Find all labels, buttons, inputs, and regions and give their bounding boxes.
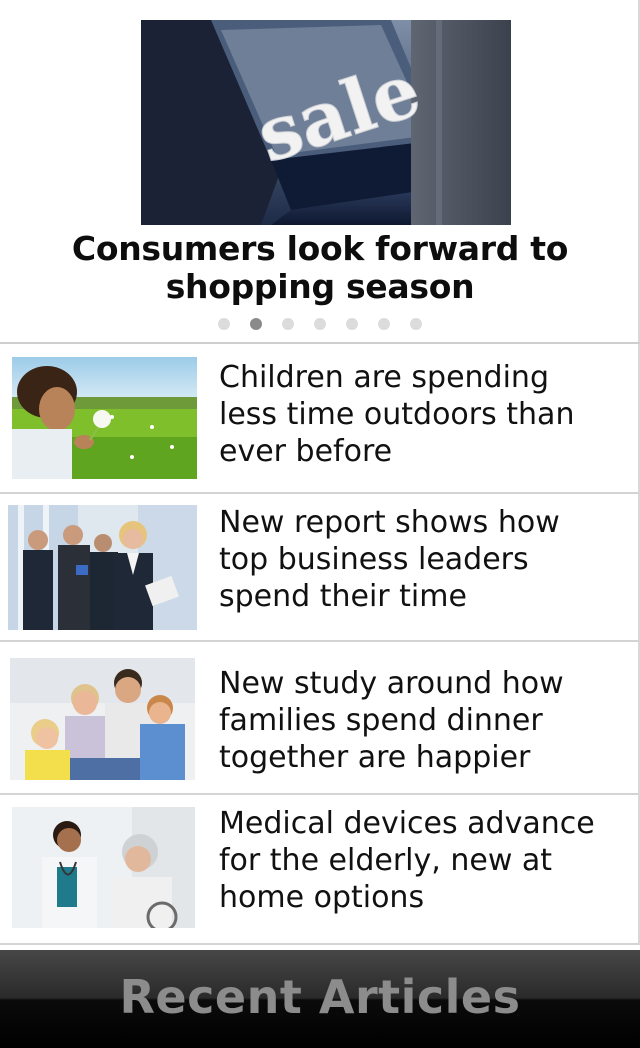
carousel-indicator (0, 318, 640, 330)
article-item[interactable]: New report shows how top business leader… (0, 494, 640, 642)
article-title-line: families spend dinner (219, 703, 543, 738)
featured-image-sale[interactable]: sale (141, 20, 511, 225)
article-item[interactable]: Children are spending less time outdoors… (0, 344, 640, 494)
featured-title-line-1: Consumers look forward to (71, 229, 569, 268)
article-thumbnail-family (10, 658, 195, 780)
article-title-line: spend their time (219, 579, 467, 614)
article-title-line: Medical devices advance (219, 806, 595, 841)
article-title-line: ever before (219, 434, 393, 469)
recent-articles-button[interactable]: Recent Articles (0, 968, 640, 1026)
carousel-dot-1[interactable] (218, 318, 230, 330)
article-title-line: home options (219, 880, 425, 915)
article-title[interactable]: Children are spending less time outdoors… (219, 359, 629, 470)
article-title-line: New report shows how (219, 505, 560, 540)
carousel-dot-7[interactable] (410, 318, 422, 330)
carousel-dot-5[interactable] (346, 318, 358, 330)
featured-title[interactable]: Consumers look forward to shopping seaso… (20, 230, 620, 306)
article-title-line: top business leaders (219, 542, 529, 577)
article-item[interactable]: Medical devices advance for the elderly,… (0, 795, 640, 945)
carousel-dot-6[interactable] (378, 318, 390, 330)
article-title-line: New study around how (219, 666, 564, 701)
article-thumbnail-child-dandelion (12, 357, 197, 479)
article-item[interactable]: New study around how families spend dinn… (0, 642, 640, 795)
article-title-line: together are happier (219, 740, 531, 775)
article-title[interactable]: New study around how families spend dinn… (219, 665, 629, 776)
article-title-line: Children are spending (219, 360, 549, 395)
sale-window-photo: sale (141, 20, 511, 225)
article-title[interactable]: Medical devices advance for the elderly,… (219, 805, 629, 916)
article-title-line: less time outdoors than (219, 397, 575, 432)
carousel-dot-4[interactable] (314, 318, 326, 330)
carousel-dot-3[interactable] (282, 318, 294, 330)
article-title-line: for the elderly, new at (219, 843, 553, 878)
article-title[interactable]: New report shows how top business leader… (219, 504, 629, 615)
article-thumbnail-nurse-elderly (12, 807, 195, 928)
article-thumbnail-business-people (8, 505, 197, 630)
carousel-dot-2[interactable] (250, 318, 262, 330)
featured-article[interactable]: sale Consumers look forward to shopping … (0, 0, 640, 344)
featured-title-line-2: shopping season (165, 267, 475, 306)
